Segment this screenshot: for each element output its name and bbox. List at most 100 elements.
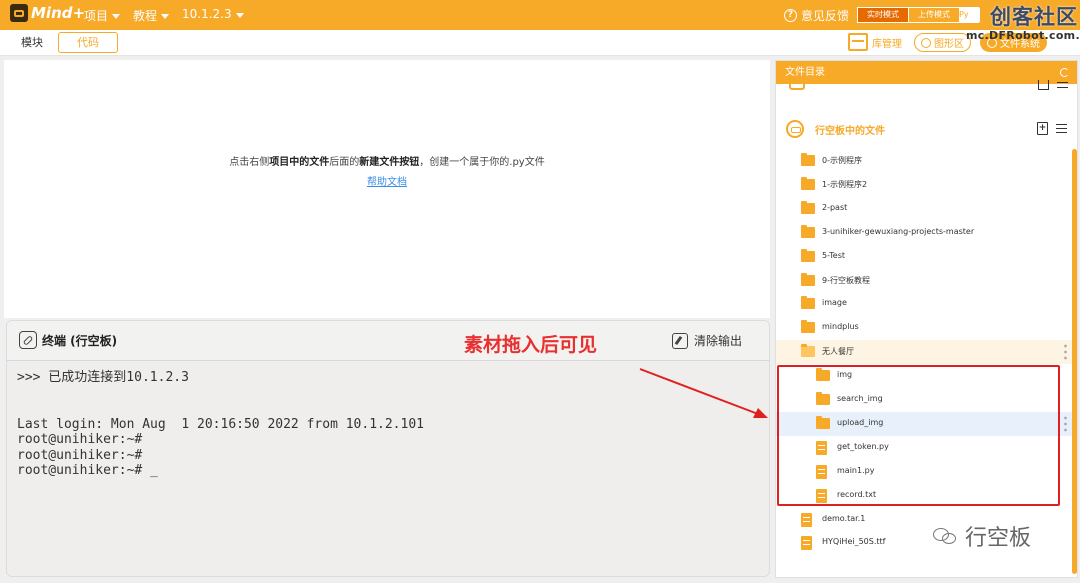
editor-hint: 点击右侧项目中的文件后面的新建文件按钮，创建一个属于你的.py文件 [4,153,770,168]
link-icon [19,331,37,349]
folder-item[interactable]: 2-past [776,197,1077,221]
file-icon [801,512,812,527]
chevron-down-icon [235,12,244,18]
watermark-url: mc.DFRobot.com.cn [966,29,1080,42]
upload-mode-tab[interactable]: 上传模式 [909,8,959,22]
item-name: 1-示例程序2 [822,179,868,189]
folder-item[interactable]: 1-示例程序2 [776,173,1077,197]
hint-text-3: ，创建一个属于你的.py文件 [419,157,545,168]
terminal-line: root@unihiker:~# _ [17,463,158,478]
clear-output-label: 清除输出 [694,334,743,348]
item-name: HYQiHei_50S.ttf [822,537,886,547]
library-manager-label: 库管理 [872,38,902,50]
project-files-icon [789,84,805,90]
graphics-button[interactable]: 图形区 [914,33,971,52]
graphics-icon [921,37,931,48]
board-files-title: 行空板中的文件 [815,126,885,137]
folder-item[interactable]: 0-示例程序 [776,149,1077,173]
item-name: 9-行空板教程 [822,275,870,285]
top-bar: Mind+ 项目 教程 10.1.2.3 ? 意见反馈 实时模式 上传模式 Py… [0,0,1080,30]
file-panel-header: 文件目录 [776,61,1077,84]
terminal-line: >>> 已成功连接到10.1.2.3 [17,370,189,385]
tab-code[interactable]: 代码 [58,32,118,53]
menu-icon[interactable] [1057,82,1068,88]
folder-icon [801,224,815,238]
help-docs-link[interactable]: 帮助文档 [4,173,770,188]
broom-icon [672,332,688,349]
terminal-title: 终端 (行空板) [19,331,117,349]
folder-item[interactable]: 3-unihiker-gewuxiang-projects-master [776,221,1077,245]
tab-blocks[interactable]: 模块 [2,32,62,53]
menu-icon[interactable] [1056,124,1067,133]
terminal-title-label: 终端 (行空板) [42,333,118,348]
annotation-arrow [639,368,768,418]
hint-text-1: 点击右侧 [229,157,270,168]
folder-item[interactable]: mindplus [776,316,1077,340]
folder-item[interactable]: 9-行空板教程 [776,269,1077,293]
item-name: 5-Test [822,250,845,260]
code-editor[interactable]: 点击右侧项目中的文件后面的新建文件按钮，创建一个属于你的.py文件 帮助文档 [4,60,770,318]
library-icon [848,33,868,51]
app-logo: Mind+ [10,4,85,22]
terminal-output[interactable]: >>> 已成功连接到10.1.2.3 Last login: Mon Aug 1… [17,370,424,479]
project-menu-label: 项目 [84,9,109,23]
graphics-label: 图形区 [934,39,964,50]
new-file-icon[interactable] [1038,80,1049,90]
terminal-line: root@unihiker:~# [17,432,143,447]
library-manager-button[interactable]: 库管理 [848,33,902,51]
file-panel-scrollbar[interactable] [1072,149,1077,574]
question-icon: ? [784,9,797,22]
more-options-icon[interactable] [1064,414,1067,432]
new-file-icon[interactable]: + [1037,122,1048,135]
logo-text: Mind+ [31,4,86,22]
mode-toolbar: 模块 代码 库管理 图形区 文件系统 [0,30,1080,56]
feedback-label: 意见反馈 [801,9,850,23]
hint-text-2: 后面的 [329,157,360,168]
device-menu[interactable]: 10.1.2.3 [182,7,244,21]
item-name: image [822,298,847,308]
tutorial-menu[interactable]: 教程 [133,7,170,24]
more-options-icon[interactable] [1064,343,1067,361]
terminal-line: root@unihiker:~# [17,447,143,463]
board-files-section[interactable]: 行空板中的文件 + [776,117,1077,141]
refresh-icon[interactable] [1060,68,1069,77]
hint-bold-2: 新建文件按钮 [359,157,420,168]
item-name: 2-past [822,202,848,212]
feedback-button[interactable]: ? 意见反馈 [784,7,849,24]
device-menu-label: 10.1.2.3 [182,7,232,21]
realtime-mode-tab[interactable]: 实时模式 [857,7,909,23]
item-name: demo.tar.1 [822,513,866,523]
python-mode-tab[interactable]: Py [959,8,979,22]
folder-item[interactable]: 5-Test [776,245,1077,269]
wechat-icon [933,526,959,546]
board-icon [786,120,804,138]
item-name: mindplus [822,322,859,332]
mode-switch: 实时模式 上传模式 Py [857,7,980,23]
file-panel-title: 文件目录 [785,67,825,78]
folder-icon [801,153,815,166]
highlight-box [777,365,1060,506]
tutorial-menu-label: 教程 [133,9,158,23]
clear-output-button[interactable]: 清除输出 [672,332,742,349]
terminal-line: Last login: Mon Aug 1 20:16:50 2022 from… [17,416,424,432]
robot-logo-icon [10,4,28,22]
project-menu[interactable]: 项目 [84,7,121,24]
item-name: 3-unihiker-gewuxiang-projects-master [822,226,975,236]
terminal-panel: 终端 (行空板) 素材拖入后可见 清除输出 >>> 已成功连接到10.1.2.3… [6,320,770,577]
wechat-watermark: 行空板 [933,520,1031,552]
hint-bold-1: 项目中的文件 [269,157,330,168]
folder-icon [801,296,815,310]
folder-item[interactable]: image [776,292,1077,316]
folder-icon [801,320,815,334]
watermark-title: 创客社区 [990,5,1078,29]
chevron-down-icon [112,14,121,19]
folder-icon [801,272,815,286]
folder-item[interactable]: 无人餐厅 [776,340,1077,365]
folder-icon [801,200,815,214]
item-name: 无人餐厅 [822,347,854,357]
file-item[interactable]: HYQiHei_50S.ttf [776,531,1077,555]
file-icon [801,536,812,551]
file-item[interactable]: demo.tar.1 [776,508,1077,532]
